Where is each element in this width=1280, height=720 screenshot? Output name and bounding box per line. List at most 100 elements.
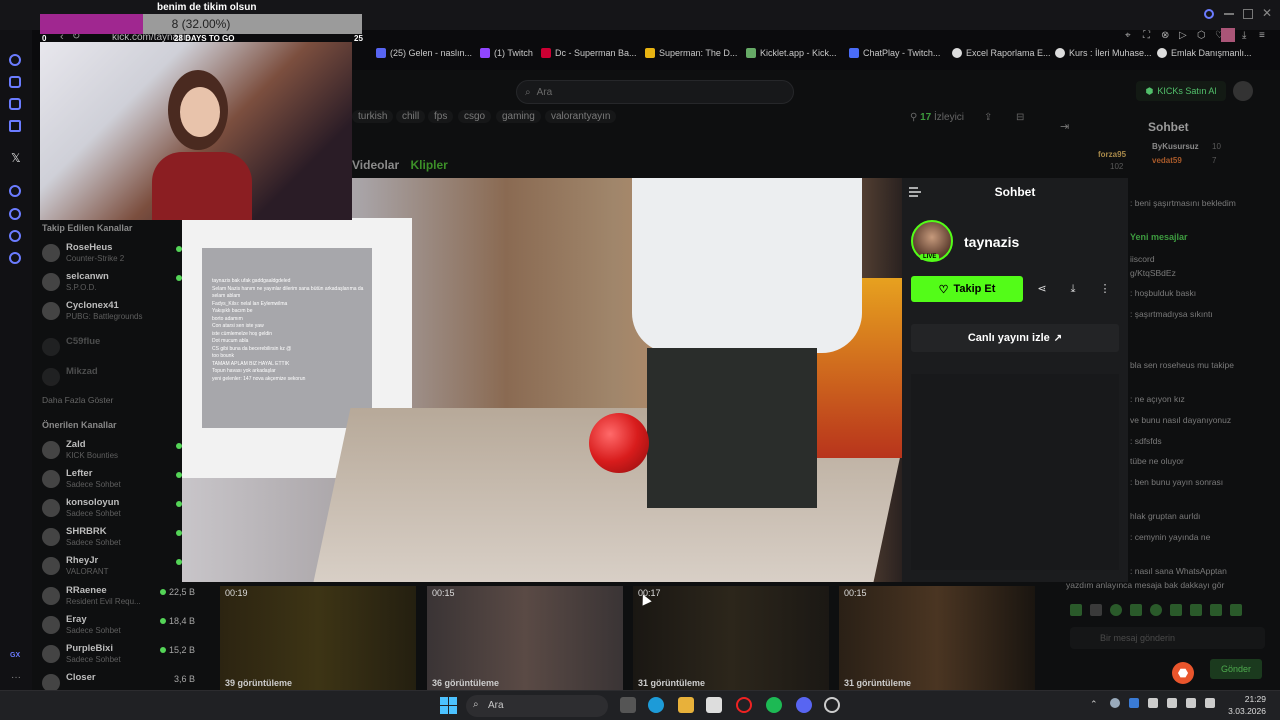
bluetooth-icon[interactable] <box>1129 698 1139 708</box>
emote-icon[interactable] <box>1150 604 1162 616</box>
search-icon[interactable] <box>1204 9 1214 19</box>
close-icon[interactable]: ✕ <box>1262 6 1272 20</box>
messenger-icon[interactable] <box>9 120 21 132</box>
volume-icon[interactable] <box>1205 698 1215 708</box>
chevron-up-icon[interactable]: ⌃ <box>1090 699 1098 710</box>
clip-card[interactable]: 00:17 31 görüntüleme <box>633 586 829 690</box>
user-avatar[interactable] <box>1233 81 1253 101</box>
play-icon[interactable] <box>9 185 21 197</box>
more-dots-icon[interactable]: ··· <box>11 672 21 683</box>
tag-chip[interactable]: csgo <box>458 110 492 123</box>
buy-kicks-button[interactable]: ⬢ KICKs Satın Al <box>1136 81 1226 101</box>
cube-icon[interactable]: ⬡ <box>1197 30 1206 41</box>
bookmark-item[interactable]: (1) Twitch <box>480 48 533 58</box>
player-icon[interactable]: ▷ <box>1179 30 1187 41</box>
more-icon[interactable]: ⋮ <box>1098 282 1112 296</box>
edge-icon[interactable] <box>648 697 664 713</box>
sync-icon[interactable] <box>9 230 21 242</box>
emote-icon[interactable] <box>1090 604 1102 616</box>
sidebar-channel[interactable]: Cyclonex41 PUBG: Battlegrounds <box>42 298 187 326</box>
emote-icon[interactable] <box>1210 604 1222 616</box>
bookmark-item[interactable]: Dc - Superman Ba... <box>541 48 637 58</box>
settings-icon[interactable] <box>9 252 21 264</box>
tag-chip[interactable]: valorantyayın <box>545 110 617 123</box>
emote-icon[interactable] <box>1230 604 1242 616</box>
vpn-icon[interactable]: ⊗ <box>1161 30 1169 41</box>
spotify-icon[interactable] <box>766 697 782 713</box>
games-icon[interactable] <box>9 98 21 110</box>
tab-clips[interactable]: Klipler <box>410 158 447 172</box>
download-icon[interactable]: ⤓ <box>1242 30 1246 41</box>
emote-icon[interactable] <box>1130 604 1142 616</box>
bookmark-item[interactable]: Kicklet.app - Kick... <box>746 48 837 58</box>
clip-card[interactable]: 00:15 36 görüntüleme <box>427 586 623 690</box>
clock-icon[interactable] <box>9 208 21 220</box>
bookmark-item[interactable]: (25) Gelen - naslın... <box>376 48 472 58</box>
search-input[interactable]: ⌕ Ara <box>516 80 794 104</box>
follow-button[interactable]: ♡ Takip Et <box>911 276 1023 302</box>
clip-card[interactable]: 00:15 31 görüntüleme <box>839 586 1035 690</box>
sidebar-channel[interactable]: SHRBRKSadece Sohbet32 <box>42 524 195 552</box>
sidebar-channel[interactable]: ZaldKICK Bounties70 <box>42 437 195 465</box>
bookmark-item[interactable]: Excel Raporlama E... <box>952 48 1051 58</box>
emote-icon[interactable] <box>1170 604 1182 616</box>
collapse-chat-icon[interactable]: ⇥ <box>1060 120 1069 133</box>
emote-icon[interactable] <box>1190 604 1202 616</box>
folder-icon[interactable] <box>678 697 694 713</box>
tag-chip[interactable]: gaming <box>496 110 541 123</box>
tag-chip[interactable]: fps <box>428 110 454 123</box>
cloud-icon[interactable] <box>1110 698 1120 708</box>
screenshot-icon[interactable]: ⛶ <box>1143 30 1150 41</box>
sidebar-channel[interactable]: Eray Sadece Sohbet 18,4 B <box>42 612 195 640</box>
sidebar-channel[interactable]: konsoloyunSadece Sohbet38 <box>42 495 195 523</box>
download-icon[interactable]: ⤓ <box>1066 282 1080 296</box>
x-icon[interactable]: 𝕏 <box>11 151 21 165</box>
show-more-link[interactable]: Daha Fazla Göster <box>42 395 113 405</box>
tab-videos[interactable]: Videolar <box>352 158 399 172</box>
extensions-icon[interactable] <box>9 76 21 88</box>
taskbar-search[interactable]: ⌕ Ara <box>466 695 608 717</box>
bookmark-icon[interactable]: ⊟ <box>1016 112 1024 123</box>
task-view-icon[interactable] <box>620 697 636 713</box>
windows-start-icon[interactable] <box>440 697 457 714</box>
minimize-icon[interactable] <box>1224 13 1234 15</box>
share-icon[interactable]: ⇪ <box>984 112 992 123</box>
store-icon[interactable] <box>706 697 722 713</box>
maximize-icon[interactable] <box>1243 9 1253 19</box>
video-player[interactable]: taynazis bak ufak gaddgaaldgdeled Selam … <box>182 178 902 582</box>
streamer-name[interactable]: taynazis <box>964 234 1019 250</box>
discord-icon[interactable] <box>796 697 812 713</box>
bookmark-item[interactable]: ChatPlay - Twitch... <box>849 48 940 58</box>
send-button[interactable]: Gönder <box>1210 659 1262 679</box>
microphone-icon[interactable] <box>1167 698 1177 708</box>
ime-icon[interactable] <box>1148 698 1158 708</box>
bookmark-item[interactable]: Emlak Danışmanlı... <box>1157 48 1252 58</box>
chrome-icon[interactable] <box>824 697 840 713</box>
emote-icon[interactable] <box>1070 604 1082 616</box>
sidebar-channel[interactable]: Mikzad <box>42 364 187 392</box>
sidebar-channel[interactable]: RoseHeusCounter-Strike 275 <box>42 240 195 268</box>
bookmark-item[interactable]: Kurs : İleri Muhase... <box>1055 48 1152 58</box>
chat-input[interactable]: Bir mesaj gönderin <box>1070 627 1265 649</box>
sidebar-channel[interactable]: PurpleBixi Sadece Sohbet 15,2 B <box>42 641 195 669</box>
tag-chip[interactable]: turkish <box>352 110 394 123</box>
emote-icon[interactable] <box>1110 604 1122 616</box>
clip-card[interactable]: 00:19 39 görüntüleme <box>220 586 416 690</box>
menu-icon[interactable]: ≡ <box>1259 30 1265 41</box>
watch-live-button[interactable]: Canlı yayını izle ↗ <box>911 324 1119 352</box>
share-icon[interactable]: ⋖ <box>1035 282 1049 296</box>
sidebar-channel[interactable]: RRaenee Resident Evil Requ... 22,5 B <box>42 583 195 611</box>
profile-avatar[interactable] <box>1221 28 1235 42</box>
gx-icon[interactable]: GX <box>10 652 20 659</box>
opera-gx-icon[interactable] <box>736 697 752 713</box>
sidebar-channel[interactable]: RheyJrVALORANT27 <box>42 553 195 581</box>
pin-icon[interactable]: ⌖ <box>1125 30 1131 41</box>
sidebar-channel[interactable]: LefterSadece Sohbet52 <box>42 466 195 494</box>
taskbar-clock[interactable]: 21:29 3.03.2026 <box>1228 693 1266 717</box>
sidebar-channel[interactable]: C59flue <box>42 334 187 362</box>
kicks-reward-icon[interactable]: ⬣ <box>1172 662 1194 684</box>
bookmark-item[interactable]: Superman: The D... <box>645 48 737 58</box>
network-icon[interactable] <box>1186 698 1196 708</box>
tag-chip[interactable]: chill <box>396 110 426 123</box>
sidebar-channel[interactable]: selcanwnS.P.O.D.87 <box>42 269 195 297</box>
